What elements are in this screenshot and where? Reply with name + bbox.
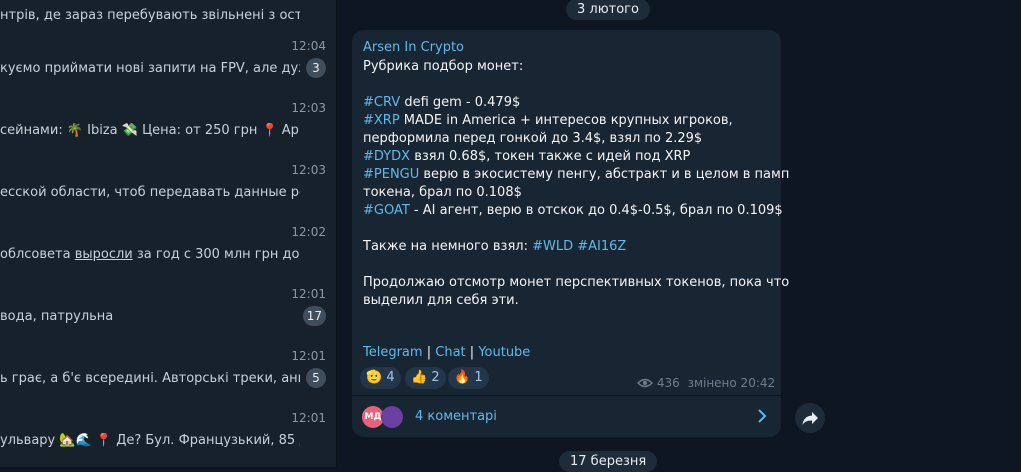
post-author[interactable]: Arsen In Crypto: [363, 40, 464, 55]
post-line: выделил для себя эти.: [363, 292, 768, 310]
chat-list-item[interactable]: 12:03 есской области, чтоб передавать да…: [0, 155, 336, 216]
unread-badge: 3: [306, 58, 326, 78]
hashtag-link[interactable]: #DYDX: [363, 149, 410, 164]
post-line-text: перформила перед гонкой до 3.4$, взял по…: [363, 131, 703, 146]
reaction-thumbs-up[interactable]: 👍 2: [405, 367, 446, 389]
link-separator: |: [469, 345, 475, 360]
chat-preview: есской области, чтоб передавать данные р…: [0, 185, 300, 200]
hashtag-link[interactable]: #CRV: [363, 95, 400, 110]
chat-list-item[interactable]: 12:04 куємо приймати нові запити на FPV,…: [0, 31, 336, 92]
chat-preview: сейнами: 🌴 Ibiza 💸 Цена: от 250 грн 📍 Ар…: [0, 123, 300, 138]
post-line: [363, 76, 768, 94]
edited-time: змінено 20:42: [687, 376, 776, 390]
post-line: #DYDX взял 0.68$, токен также с идей под…: [363, 148, 768, 166]
post-line-text: верю в экосистему пенгу, абстракт и в це…: [419, 167, 790, 182]
reaction-count: 1: [474, 370, 483, 385]
post-line: #GOAT - AI агент, верю в отскок до 0.4$-…: [363, 202, 783, 220]
salute-emoji-icon: 🫡: [366, 370, 383, 385]
date-separator: 17 березня: [559, 451, 658, 472]
post-meta: 436 змінено 20:42: [637, 376, 775, 390]
post-line-text: - AI агент, верю в отскок до 0.4$-0.5$, …: [409, 203, 783, 218]
post-line: #XRP MADE in America + интересов крупных…: [363, 112, 768, 130]
channel-view: 3 лютого 17 березня Arsen In Crypto Рубр…: [337, 0, 1021, 472]
post-line: Также на немного взял: #WLD #AI16Z: [363, 238, 768, 256]
chat-time: 12:01: [291, 411, 326, 425]
post-line: перформила перед гонкой до 3.4$, взял по…: [363, 130, 768, 148]
post-line: Рубрика подбор монет:: [363, 58, 768, 76]
comments-footer[interactable]: МД 4 коментарі: [352, 395, 781, 438]
chat-preview: ульвару 🏡🌊 📍 Де? Бул. Французький, 85 Да…: [0, 433, 300, 448]
chat-preview: куємо приймати нові запити на FPV, але д…: [0, 61, 300, 76]
thumbs-up-emoji-icon: 👍: [411, 370, 428, 385]
post-line: #CRV defi gem - 0.479$: [363, 94, 768, 112]
chat-time: 12:01: [291, 287, 326, 301]
post-line-text: Рубрика подбор монет:: [363, 59, 524, 74]
chat-list-item[interactable]: 12:01 ульвару 🏡🌊 📍 Де? Бул. Французький,…: [0, 403, 336, 464]
channel-post: Arsen In Crypto Рубрика подбор монет: #CR…: [352, 30, 789, 438]
date-separator: 3 лютого: [566, 0, 650, 20]
post-line-text: выделил для себя эти.: [363, 293, 519, 308]
link-separator: |: [426, 345, 432, 360]
chat-list-item[interactable]: 12:03 сейнами: 🌴 Ibiza 💸 Цена: от 250 гр…: [0, 93, 336, 154]
youtube-link[interactable]: Youtube: [478, 345, 530, 360]
unread-badge: 5: [306, 368, 326, 388]
post-line-text: взял 0.68$, токен также с идей под XRP: [410, 149, 691, 164]
chat-preview: вода, патрульна: [0, 309, 114, 324]
share-button[interactable]: [795, 403, 825, 433]
post-line-text: Также на немного взял:: [363, 239, 533, 254]
post-line: токена, брал по 0.108$: [363, 184, 768, 202]
view-count: 436: [656, 376, 680, 390]
chat-list-item[interactable]: 12:01 ь грає, а б'є всередині. Авторські…: [0, 341, 336, 402]
post-line-text: defi gem - 0.479$: [400, 95, 521, 110]
commenter-avatar: [381, 406, 403, 428]
post-links: Telegram | Chat | Youtube: [363, 345, 530, 360]
chat-time: 12:03: [291, 163, 326, 177]
eye-icon: [637, 378, 653, 388]
post-line-text: токена, брал по 0.108$: [363, 185, 522, 200]
post-text: Рубрика подбор монет: #CRV defi gem - 0.4…: [363, 58, 789, 310]
comments-link[interactable]: 4 коментарі: [415, 409, 497, 424]
hashtag-link[interactable]: #WLD #AI16Z: [532, 239, 626, 254]
chat-time: 12:02: [291, 225, 326, 239]
post-line: Продолжаю отсмотр монет перспективных то…: [363, 274, 789, 292]
chat-link[interactable]: Chat: [435, 345, 465, 360]
chat-preview: облсовета выросли за год с 300 млн грн д…: [0, 247, 300, 262]
chat-preview-link[interactable]: выросли: [75, 247, 133, 262]
chat-list-sidebar: нтрів, де зараз перебувають звільнені з …: [0, 0, 337, 467]
chat-time: 12:01: [291, 349, 326, 363]
reaction-salute[interactable]: 🫡 4: [360, 367, 401, 389]
chat-preview: нтрів, де зараз перебувають звільнені з …: [0, 8, 300, 23]
chat-list-item[interactable]: 12:01 вода, патрульна 17: [0, 279, 336, 340]
chat-list-item[interactable]: 12:02 облсовета выросли за год с 300 млн…: [0, 217, 336, 278]
share-arrow-icon: [802, 412, 818, 425]
chat-preview-text: за год с 300 млн грн до более че...: [136, 247, 300, 262]
reaction-count: 2: [431, 370, 440, 385]
post-line-text: Продолжаю отсмотр монет перспективных то…: [363, 275, 790, 290]
hashtag-link[interactable]: #GOAT: [363, 203, 410, 218]
hashtag-link[interactable]: #XRP: [363, 113, 400, 128]
post-line: #PENGU верю в экосистему пенгу, абстракт…: [363, 166, 789, 184]
chat-preview-text: облсовета: [0, 247, 75, 262]
chat-time: 12:04: [291, 39, 326, 53]
post-line-text: MADE in America + интересов крупных игро…: [399, 113, 733, 128]
chevron-right-icon: [758, 409, 767, 423]
telegram-link[interactable]: Telegram: [363, 345, 423, 360]
chat-time: 12:03: [291, 101, 326, 115]
fire-emoji-icon: 🔥: [454, 370, 471, 385]
chat-preview: ь грає, а б'є всередині. Авторські треки…: [0, 371, 300, 386]
post-line: [363, 256, 768, 274]
unread-badge: 17: [302, 306, 326, 326]
post-line: [363, 220, 768, 238]
hashtag-link[interactable]: #PENGU: [363, 167, 419, 182]
reaction-fire[interactable]: 🔥 1: [448, 367, 489, 389]
reaction-count: 4: [386, 370, 395, 385]
